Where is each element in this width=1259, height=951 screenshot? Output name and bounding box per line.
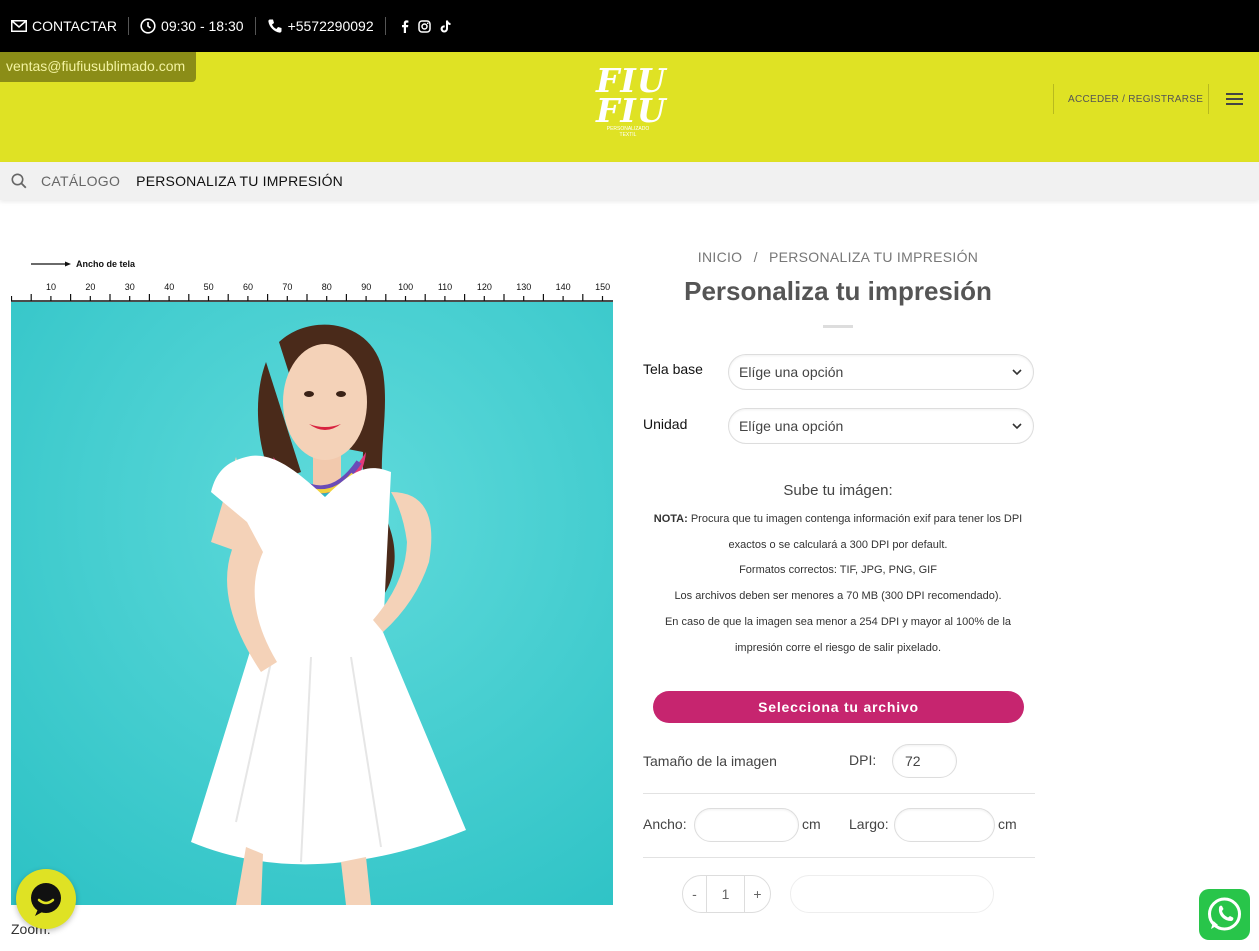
- ancho-field[interactable]: [694, 808, 799, 842]
- unidad-label: Unidad: [643, 416, 688, 432]
- breadcrumb-home[interactable]: INICIO: [698, 249, 743, 265]
- page-title: Personaliza tu impresión: [684, 276, 992, 306]
- quantity-stepper: - 1 +: [682, 875, 771, 913]
- divider: [1208, 84, 1209, 114]
- ruler-tick-label: 10: [46, 282, 56, 292]
- unidad-value: Elíge una opción: [739, 418, 844, 434]
- fabric-width-ruler: Ancho de tela 10 20 30 40 50 60 70 80 90 100 110 12…: [10, 252, 613, 304]
- image-size-label: Tamaño de la imagen: [643, 753, 777, 769]
- ruler-tick-label: 80: [322, 282, 332, 292]
- divider: [384, 17, 386, 35]
- chevron-down-icon: [1012, 423, 1022, 430]
- contact-label: CONTACTAR: [32, 18, 118, 34]
- breadcrumb: INICIO / PERSONALIZA TU IMPRESIÓN: [643, 249, 1033, 265]
- ruler-tick-label: 120: [477, 282, 492, 292]
- quantity-input[interactable]: 1: [707, 876, 744, 912]
- ruler-tick-label: 60: [243, 282, 253, 292]
- top-bar: CONTACTAR 09:30 - 18:30 +5572290092: [0, 0, 1259, 52]
- divider: [254, 17, 256, 35]
- dpi-label: DPI:: [849, 752, 877, 768]
- divider: [1053, 84, 1054, 114]
- phone-icon: [267, 19, 282, 33]
- hours: 09:30 - 18:30: [140, 18, 244, 34]
- ruler-tick-label: 140: [556, 282, 571, 292]
- envelope-icon: [11, 20, 27, 32]
- chat-icon: [31, 883, 61, 916]
- tela-base-value: Elíge una opción: [739, 364, 844, 380]
- ruler-tick-label: 20: [85, 282, 95, 292]
- ruler-graphic: Ancho de tela 10 20 30 40 50 60 70 80 90 100 110 12…: [10, 259, 613, 302]
- dpi-field[interactable]: 72: [892, 744, 957, 778]
- site-header: ventas@fiufiusublimado.com FIU FIU PERSO…: [0, 52, 1259, 162]
- instagram-icon[interactable]: [417, 19, 431, 33]
- ruler-tick-label: 70: [282, 282, 292, 292]
- warning-line: impresión corre el riesgo de salir pixel…: [734, 641, 942, 654]
- ruler-tick-label: 110: [438, 282, 452, 292]
- add-to-cart-button[interactable]: [790, 875, 994, 913]
- contact-link[interactable]: CONTACTAR: [11, 18, 117, 34]
- hours-label: 09:30 - 18:30: [161, 18, 244, 34]
- title-divider: [823, 325, 853, 328]
- largo-label: Largo:: [849, 816, 889, 832]
- ruler-tick-label: 130: [516, 282, 531, 292]
- select-file-button[interactable]: Selecciona tu archivo: [653, 691, 1024, 723]
- ancho-unit: cm: [802, 816, 821, 832]
- chevron-down-icon: [1012, 369, 1022, 376]
- search-icon[interactable]: [11, 173, 27, 189]
- ruler-tick-label: 150: [595, 282, 610, 292]
- main-nav: CATÁLOGO PERSONALIZA TU IMPRESIÓN: [0, 162, 1259, 200]
- tiktok-icon[interactable]: [440, 20, 451, 33]
- breadcrumb-current: PERSONALIZA TU IMPRESIÓN: [768, 249, 979, 265]
- ruler-tick-label: 100: [398, 282, 413, 292]
- ruler-tick-label: 50: [204, 282, 214, 292]
- whatsapp-icon: [1208, 897, 1241, 931]
- unidad-select[interactable]: Elíge una opción: [728, 408, 1034, 444]
- formats-line: Formatos correctos: TIF, JPG, PNG, GIF: [739, 564, 937, 577]
- login-link[interactable]: ACCEDER / REGISTRARSE: [1068, 94, 1203, 105]
- size-limit-line: Los archivos deben ser menores a 70 MB (…: [674, 590, 1002, 603]
- tela-base-select[interactable]: Elíge una opción: [728, 354, 1034, 390]
- tela-base-label: Tela base: [643, 361, 703, 377]
- note-prefix: NOTA:: [653, 513, 688, 525]
- phone-link[interactable]: +5572290092: [267, 18, 374, 34]
- ancho-label: Ancho:: [643, 816, 687, 832]
- ruler-tick-label: 30: [125, 282, 135, 292]
- site-logo[interactable]: FIU FIU PERSONALIZADO TEXTIL: [596, 61, 667, 148]
- ruler-ticks: 10 20 30 40 50 60 70 80 90 100 110 120 130 140 150: [10, 282, 610, 301]
- largo-unit: cm: [998, 816, 1017, 832]
- note-line: exactos o se calculará a 300 DPI por def…: [728, 538, 948, 551]
- whatsapp-button[interactable]: [1199, 889, 1250, 940]
- nav-item-personaliza[interactable]: PERSONALIZA TU IMPRESIÓN: [136, 173, 343, 189]
- hamburger-menu-icon[interactable]: [1226, 92, 1243, 106]
- social-links: [401, 19, 451, 33]
- upload-notes: NOTA: Procura que tu imagen contenga inf…: [643, 507, 1033, 661]
- quantity-plus-button[interactable]: +: [744, 876, 770, 912]
- warning-line: En caso de que la imagen sea menor a 254…: [664, 615, 1012, 628]
- note-line: NOTA: Procura que tu imagen contenga inf…: [643, 507, 1033, 533]
- facebook-icon[interactable]: [401, 19, 409, 33]
- upload-heading: Sube tu imágen:: [783, 482, 893, 499]
- logo-text: FIU FIU: [596, 61, 667, 130]
- divider: [643, 793, 1035, 794]
- largo-field[interactable]: [894, 808, 995, 842]
- nav-item-catalog[interactable]: CATÁLOGO: [41, 173, 120, 189]
- phone-label: +5572290092: [287, 18, 374, 34]
- ruler-tick-label: 90: [361, 282, 371, 292]
- breadcrumb-separator: /: [753, 249, 758, 265]
- quantity-minus-button[interactable]: -: [683, 876, 707, 912]
- chat-widget-button[interactable]: [16, 869, 76, 929]
- divider: [643, 857, 1035, 858]
- product-image[interactable]: [11, 302, 613, 905]
- model-illustration: [11, 302, 613, 905]
- ruler-tick-label: 40: [164, 282, 174, 292]
- ruler-label: Ancho de tela: [76, 259, 136, 269]
- divider: [128, 17, 130, 35]
- note-text: Procura que tu imagen contenga informaci…: [687, 513, 1023, 525]
- clock-icon: [140, 18, 156, 34]
- email-contact[interactable]: ventas@fiufiusublimado.com: [0, 52, 196, 82]
